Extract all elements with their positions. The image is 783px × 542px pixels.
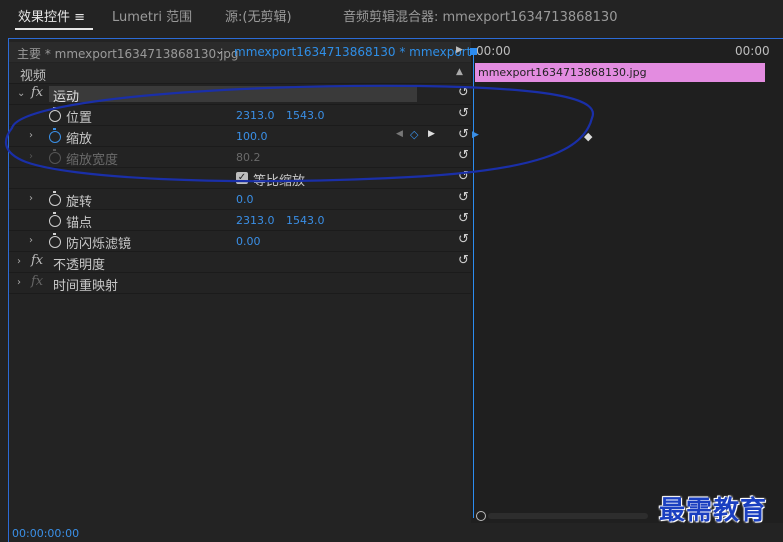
watermark-logo: 最需教育 xyxy=(659,496,768,526)
annotation-ellipse xyxy=(4,84,595,183)
